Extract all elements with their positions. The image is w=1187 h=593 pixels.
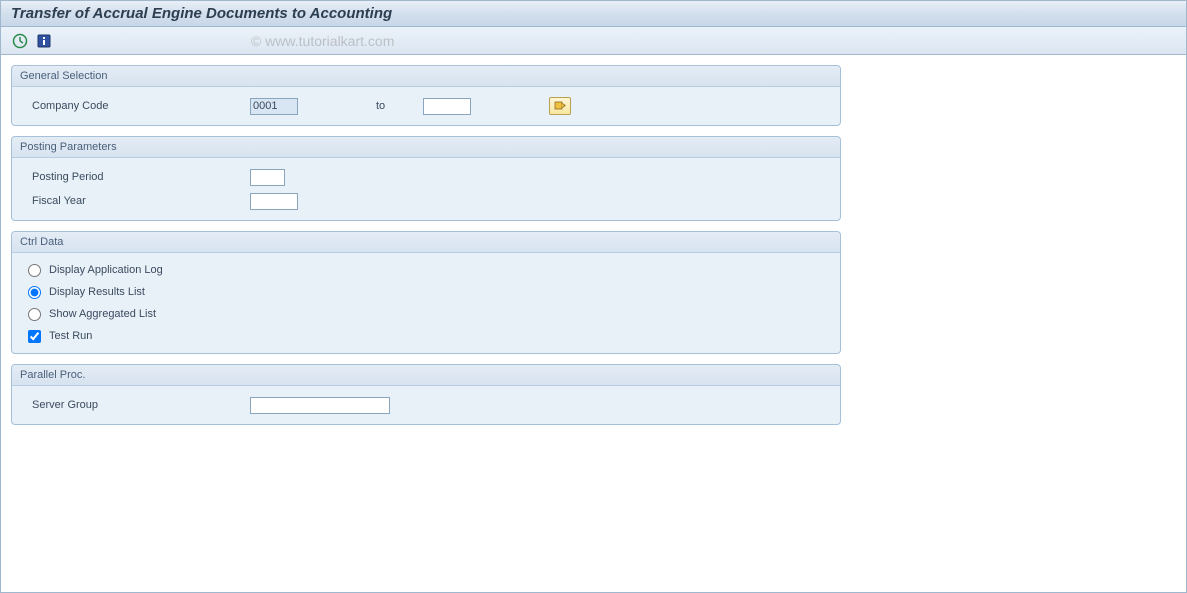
row-show-aggregated: Show Aggregated List [20,303,832,325]
group-posting-parameters: Posting Parameters Posting Period Fiscal… [11,136,841,221]
page-title: Transfer of Accrual Engine Documents to … [11,5,392,22]
label-server-group: Server Group [20,399,250,411]
group-title-ctrl: Ctrl Data [12,232,840,253]
label-display-app-log[interactable]: Display Application Log [49,264,163,276]
label-test-run[interactable]: Test Run [49,330,92,342]
checkbox-test-run[interactable] [28,330,41,343]
radio-show-aggregated[interactable] [28,308,41,321]
label-posting-period: Posting Period [20,171,250,183]
toolbar: © www.tutorialkart.com [1,27,1186,55]
group-title-general: General Selection [12,66,840,87]
row-display-results: Display Results List [20,281,832,303]
fiscal-year-input[interactable] [250,193,298,210]
content-area: General Selection Company Code to [1,55,1186,445]
row-fiscal-year: Fiscal Year [20,190,832,212]
info-icon[interactable] [35,32,53,50]
company-code-from-input[interactable] [250,98,298,115]
multiple-selection-button[interactable] [549,97,571,115]
page-title-bar: Transfer of Accrual Engine Documents to … [1,1,1186,27]
label-company-code: Company Code [20,100,250,112]
group-general-selection: General Selection Company Code to [11,65,841,126]
group-ctrl-data: Ctrl Data Display Application Log Displa… [11,231,841,354]
radio-display-app-log[interactable] [28,264,41,277]
group-parallel-proc: Parallel Proc. Server Group [11,364,841,425]
execute-icon[interactable] [11,32,29,50]
radio-display-results[interactable] [28,286,41,299]
posting-period-input[interactable] [250,169,285,186]
row-posting-period: Posting Period [20,166,832,188]
group-title-parallel: Parallel Proc. [12,365,840,386]
label-to: to [376,100,385,112]
row-company-code: Company Code to [20,95,832,117]
server-group-input[interactable] [250,397,390,414]
watermark: © www.tutorialkart.com [251,33,394,49]
group-title-posting: Posting Parameters [12,137,840,158]
label-fiscal-year: Fiscal Year [20,195,250,207]
row-display-app-log: Display Application Log [20,259,832,281]
label-show-aggregated[interactable]: Show Aggregated List [49,308,156,320]
label-display-results[interactable]: Display Results List [49,286,145,298]
company-code-to-input[interactable] [423,98,471,115]
row-server-group: Server Group [20,394,832,416]
app-container: Transfer of Accrual Engine Documents to … [0,0,1187,593]
row-test-run: Test Run [20,325,832,347]
